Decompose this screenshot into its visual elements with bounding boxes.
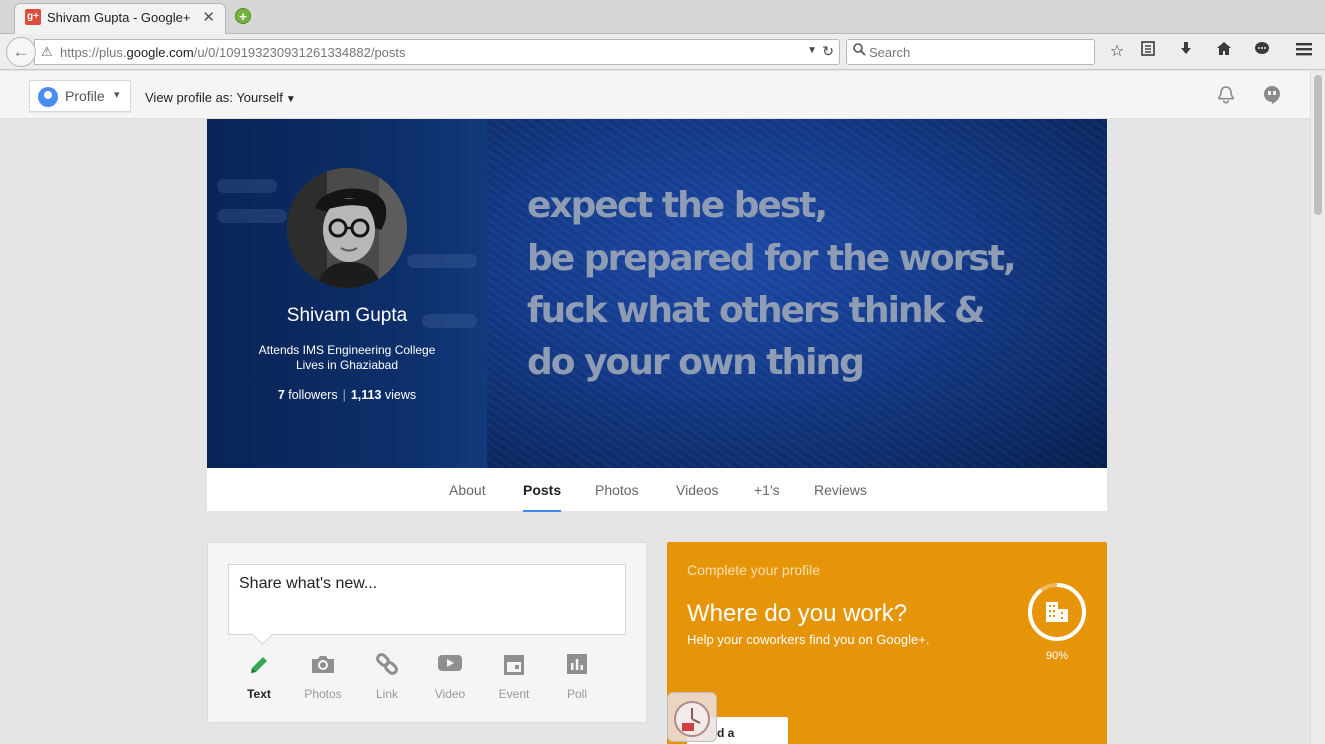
tab-videos[interactable]: Videos [676, 482, 719, 498]
reload-icon[interactable]: ↻ [822, 43, 834, 60]
tab-about[interactable]: About [449, 482, 486, 498]
share-text-button[interactable]: Text [229, 653, 289, 701]
camera-icon [293, 653, 353, 679]
profile-education: Attends IMS Engineering College [258, 343, 436, 357]
link-icon [357, 653, 417, 679]
profile-location: Lives in Ghaziabad [295, 358, 399, 372]
view-profile-as[interactable]: View profile as: Yourself ▼ [145, 90, 296, 105]
address-url[interactable]: https://plus.google.com/u/0/109193230931… [60, 45, 406, 60]
profile-progress-label: 90% [1045, 650, 1069, 662]
url-path: /u/0/109193230931261334882/posts [193, 45, 406, 60]
profile-progress-ring [1028, 583, 1086, 641]
card-subtitle: Help your coworkers find you on Google+. [687, 632, 930, 647]
card-eyebrow: Complete your profile [687, 562, 821, 578]
share-text-label: Text [247, 687, 271, 701]
url-domain: google.com [126, 45, 194, 60]
share-event-button[interactable]: Event [484, 653, 544, 701]
cover-blur [217, 179, 277, 193]
share-input[interactable]: Share what's new... [228, 564, 626, 635]
tab-posts[interactable]: Posts [523, 482, 562, 512]
browser-tab[interactable]: g+ Shivam Gupta - Google+ ✕ [14, 3, 226, 34]
share-link-button[interactable]: Link [357, 653, 417, 701]
notifications-icon[interactable] [1215, 85, 1237, 107]
share-photos-label: Photos [304, 687, 342, 701]
building-icon [1046, 602, 1068, 622]
scrollbar-thumb[interactable] [1314, 75, 1322, 215]
cover-profile-panel: Shivam Gupta Attends IMS Engineering Col… [207, 119, 487, 468]
address-bar[interactable]: ⚠ https://plus.google.com/u/0/1091932309… [34, 39, 840, 65]
pencil-icon [229, 653, 289, 679]
menu-icon[interactable] [1293, 41, 1315, 63]
chat-icon[interactable] [1251, 41, 1273, 63]
share-poll-label: Poll [566, 687, 587, 701]
browser-tab-title: Shivam Gupta - Google+ [47, 10, 191, 25]
stats-divider: | [342, 388, 346, 402]
share-video-label: Video [434, 687, 466, 701]
avatar[interactable] [287, 168, 407, 288]
followers-count[interactable]: 7 [278, 388, 285, 402]
page-scrollbar[interactable] [1310, 71, 1325, 744]
share-event-label: Event [498, 687, 530, 701]
profile-icon [38, 87, 58, 107]
cover-photo[interactable]: expect the best, be prepared for the wor… [487, 119, 1107, 468]
video-icon [420, 653, 480, 679]
warning-icon[interactable]: ⚠ [41, 44, 53, 60]
chevron-down-icon: ▾ [114, 89, 120, 101]
close-tab-icon[interactable]: ✕ [202, 8, 215, 26]
profile-name: Shivam Gupta [286, 305, 408, 326]
calendar-icon [484, 653, 544, 679]
clock-widget-icon[interactable] [667, 692, 717, 742]
share-photos-button[interactable]: Photos [293, 653, 353, 701]
profile-tabs: About Posts Photos Videos +1's Reviews [207, 468, 1107, 512]
browser-tab-bar: g+ Shivam Gupta - Google+ ✕ + [0, 0, 1325, 34]
complete-profile-card: Complete your profile Where do you work?… [667, 542, 1107, 744]
share-video-button[interactable]: Video [420, 653, 480, 701]
share-poll-button[interactable]: Poll [547, 653, 607, 701]
tab-photos[interactable]: Photos [595, 482, 639, 498]
gplus-header: Profile ▾ View profile as: Yourself ▼ [0, 71, 1310, 119]
cover-quote-line: expect the best, [527, 185, 828, 226]
browser-nav-bar: ⚠ https://plus.google.com/u/0/1091932309… [0, 34, 1325, 70]
cover-quote-line: be prepared for the worst, [527, 238, 1017, 279]
download-icon[interactable] [1175, 41, 1197, 63]
search-input[interactable] [869, 42, 1089, 62]
cover-blur [217, 209, 287, 223]
profile-stats: 7 followers | 1,113 views [207, 388, 487, 402]
tab-plus-ones[interactable]: +1's [754, 482, 780, 498]
views-label: views [384, 388, 417, 402]
profile-menu-button[interactable]: Profile ▾ [29, 80, 131, 112]
profile-menu-label: Profile [65, 88, 105, 104]
cover-blur [407, 254, 477, 268]
new-tab-icon[interactable]: + [235, 8, 251, 24]
search-bar[interactable] [846, 39, 1095, 65]
url-prefix: https://plus. [60, 45, 127, 60]
share-box: Share what's new... Text Photos Link Vid… [207, 542, 647, 723]
view-as-value: Yourself [236, 90, 283, 105]
profile-cover: Shivam Gupta Attends IMS Engineering Col… [207, 119, 1107, 468]
google-plus-favicon-icon: g+ [25, 9, 41, 25]
tab-reviews[interactable]: Reviews [814, 482, 867, 498]
home-icon[interactable] [1213, 41, 1235, 63]
share-link-label: Link [375, 687, 398, 701]
chevron-down-icon: ▼ [285, 94, 296, 105]
hangouts-icon[interactable] [1261, 85, 1283, 107]
search-icon [853, 43, 866, 59]
history-dropdown-icon[interactable]: ▼ [807, 45, 817, 56]
card-title: Where do you work? [687, 600, 908, 627]
cover-quote-line: do your own thing [527, 342, 865, 383]
views-count: 1,113 [350, 388, 382, 402]
view-as-label: View profile as: [145, 90, 233, 105]
poll-icon [547, 653, 607, 679]
cover-quote-line: fuck what others think & [527, 290, 985, 331]
followers-label[interactable]: followers [288, 388, 337, 402]
bookmark-star-icon[interactable]: ☆ [1106, 41, 1128, 63]
reading-list-icon[interactable] [1137, 41, 1159, 63]
back-button-icon[interactable]: ← [6, 37, 36, 67]
